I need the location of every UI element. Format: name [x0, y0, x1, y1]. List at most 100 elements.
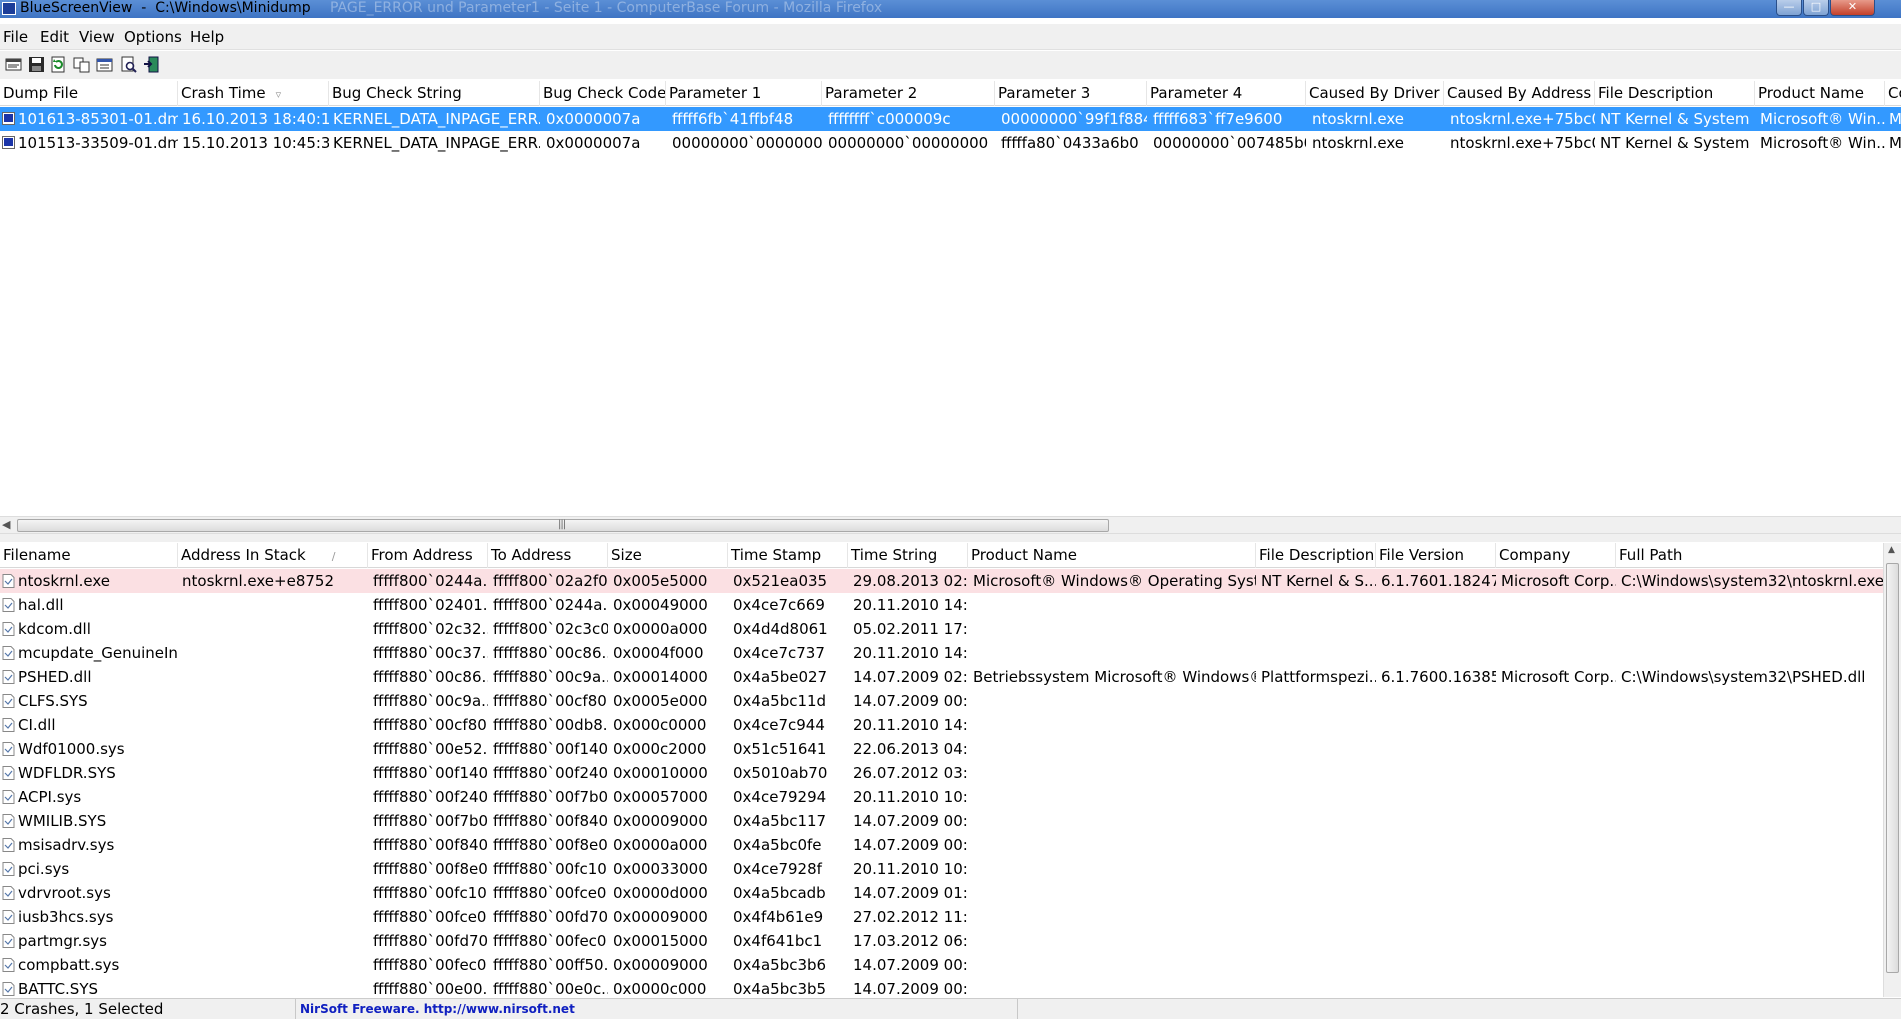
cell-file-version	[1381, 761, 1496, 785]
cell-company	[1501, 713, 1616, 737]
cell-file-description	[1261, 857, 1376, 881]
vertical-scrollbar[interactable]: ▲	[1883, 543, 1901, 997]
col-parameter-1[interactable]: Parameter 1	[666, 81, 822, 106]
col-parameter-4[interactable]: Parameter 4	[1147, 81, 1306, 106]
cell-to-address: fffff880`00fce0...	[493, 884, 608, 902]
cell-time-string: 14.07.2009 00:...	[853, 692, 968, 710]
copy-icon[interactable]	[73, 56, 90, 73]
cell-product-name	[973, 833, 1256, 857]
col-dump-file[interactable]: Dump File	[0, 81, 178, 106]
cell-bug-check-code: 0x0000007a	[546, 110, 641, 128]
cell-to-address: fffff880`00c9a...	[493, 668, 608, 686]
maximize-button[interactable]: □	[1803, 0, 1829, 16]
refresh-icon[interactable]	[50, 56, 67, 73]
col-parameter-2[interactable]: Parameter 2	[822, 81, 995, 106]
pane-splitter[interactable]	[0, 534, 1901, 542]
col-to-address[interactable]: To Address	[488, 543, 608, 568]
cell-time-string: 14.07.2009 00:...	[853, 836, 968, 854]
col-caused-by-address[interactable]: Caused By Address	[1444, 81, 1595, 106]
cell-time-stamp: 0x4a5bc11d	[733, 692, 827, 710]
scroll-left-icon[interactable]: ◀	[2, 518, 10, 531]
module-row[interactable]: PSHED.dll fffff880`00c86... fffff880`00c9a…	[0, 665, 1883, 689]
col-crash-time[interactable]: Crash Time ▿	[178, 81, 329, 106]
cell-filename: CLFS.SYS	[18, 692, 88, 710]
cell-address-in-stack	[182, 905, 368, 929]
col-caused-by-driver[interactable]: Caused By Driver	[1306, 81, 1444, 106]
module-row[interactable]: CLFS.SYS fffff880`00c9a... fffff880`00cf80…	[0, 689, 1883, 713]
cell-product-name	[973, 881, 1256, 905]
module-row[interactable]: kdcom.dll fffff800`02c32... fffff800`02c3c…	[0, 617, 1883, 641]
menu-help[interactable]: Help	[190, 27, 224, 47]
menu-edit[interactable]: Edit	[40, 27, 69, 47]
cell-file-description: Plattformspezi...	[1261, 668, 1376, 686]
module-row[interactable]: ACPI.sys fffff880`00f240... fffff880`00f7b…	[0, 785, 1883, 809]
cell-full-path	[1621, 713, 1883, 737]
menu-file[interactable]: File	[3, 27, 28, 47]
crash-row[interactable]: 101613-85301-01.dmp 16.10.2013 18:40:17 …	[0, 107, 1901, 131]
col-time-string[interactable]: Time String	[848, 543, 968, 568]
find-icon[interactable]	[120, 56, 137, 73]
module-row[interactable]: partmgr.sys fffff880`00fd70... fffff880`00…	[0, 929, 1883, 953]
scroll-up-icon[interactable]: ▲	[1888, 545, 1895, 555]
cell-crash-time: 15.10.2013 10:45:34	[182, 134, 329, 152]
module-row[interactable]: mcupdate_GenuineInt... fffff880`00c37... f…	[0, 641, 1883, 665]
col-address-in-stack[interactable]: Address In Stack ∕	[178, 543, 368, 568]
col-time-stamp[interactable]: Time Stamp	[728, 543, 848, 568]
file-icon	[2, 670, 15, 684]
col-company-partial[interactable]: Co	[1885, 81, 1901, 106]
col-file-version[interactable]: File Version	[1376, 543, 1496, 568]
minimize-button[interactable]: —	[1776, 0, 1802, 16]
col-product-name[interactable]: Product Name	[1755, 81, 1885, 106]
col-from-address[interactable]: From Address	[368, 543, 488, 568]
module-row[interactable]: WMILIB.SYS fffff880`00f7b0... fffff880`00f…	[0, 809, 1883, 833]
scrollbar-thumb[interactable]: |||	[17, 519, 1109, 532]
module-row[interactable]: Wdf01000.sys fffff880`00e52... fffff880`00…	[0, 737, 1883, 761]
cell-address-in-stack	[182, 761, 368, 785]
file-icon	[2, 838, 15, 852]
col-file-description[interactable]: File Description	[1595, 81, 1755, 106]
module-row[interactable]: WDFLDR.SYS fffff880`00f140... fffff880`00f…	[0, 761, 1883, 785]
module-row[interactable]: CI.dll fffff880`00cf80... fffff880`00db8..…	[0, 713, 1883, 737]
module-row[interactable]: compbatt.sys fffff880`00fec0... fffff880`0…	[0, 953, 1883, 977]
col-product-name[interactable]: Product Name	[968, 543, 1256, 568]
module-row[interactable]: ntoskrnl.exe ntoskrnl.exe+e8752 fffff800`0…	[0, 569, 1883, 593]
menu-view[interactable]: View	[79, 27, 115, 47]
cell-file-description: NT Kernel & System	[1600, 110, 1750, 128]
exit-icon[interactable]	[143, 56, 160, 73]
crash-row[interactable]: 101513-33509-01.dmp 15.10.2013 10:45:34 …	[0, 131, 1901, 155]
cell-to-address: fffff880`00fd70...	[493, 908, 608, 926]
module-row[interactable]: vdrvroot.sys fffff880`00fc10... fffff880`0…	[0, 881, 1883, 905]
cell-parameter-4: fffff683`ff7e9600	[1153, 110, 1283, 128]
col-file-description[interactable]: File Description	[1256, 543, 1376, 568]
cell-address-in-stack	[182, 809, 368, 833]
col-filename[interactable]: Filename	[0, 543, 178, 568]
module-row[interactable]: hal.dll fffff800`02401... fffff800`0244a..…	[0, 593, 1883, 617]
cell-file-version	[1381, 641, 1496, 665]
col-size[interactable]: Size	[608, 543, 728, 568]
scrollbar-thumb[interactable]	[1886, 563, 1899, 973]
col-full-path[interactable]: Full Path	[1616, 543, 1883, 568]
cell-size: 0x00057000	[613, 788, 708, 806]
col-parameter-3[interactable]: Parameter 3	[995, 81, 1147, 106]
module-row[interactable]: iusb3hcs.sys fffff880`00fce0... fffff880`0…	[0, 905, 1883, 929]
cell-from-address: fffff880`00fec0...	[373, 956, 488, 974]
nirsoft-link[interactable]: NirSoft Freeware. http://www.nirsoft.net	[300, 999, 1018, 1019]
menu-options[interactable]: Options	[124, 27, 182, 47]
file-icon	[2, 622, 15, 636]
cell-product-name: Betriebssystem Microsoft® Windows®	[973, 668, 1256, 686]
cell-from-address: fffff880`00e52...	[373, 740, 488, 758]
module-row[interactable]: pci.sys fffff880`00f8e0... fffff880`00fc10…	[0, 857, 1883, 881]
cell-filename: pci.sys	[18, 860, 70, 878]
col-bug-check-string[interactable]: Bug Check String	[329, 81, 540, 106]
module-row[interactable]: msisadrv.sys fffff880`00f840... fffff880`0…	[0, 833, 1883, 857]
cell-from-address: fffff880`00f140...	[373, 764, 488, 782]
properties-icon[interactable]	[96, 56, 113, 73]
cell-from-address: fffff800`0244a...	[373, 572, 488, 590]
cell-address-in-stack	[182, 953, 368, 977]
html-report-icon[interactable]	[5, 56, 22, 73]
horizontal-scrollbar[interactable]: ◀ |||	[0, 516, 1901, 534]
col-bug-check-code[interactable]: Bug Check Code	[540, 81, 666, 106]
close-button[interactable]: ✕	[1830, 0, 1875, 16]
save-icon[interactable]	[28, 56, 45, 73]
col-company[interactable]: Company	[1496, 543, 1616, 568]
